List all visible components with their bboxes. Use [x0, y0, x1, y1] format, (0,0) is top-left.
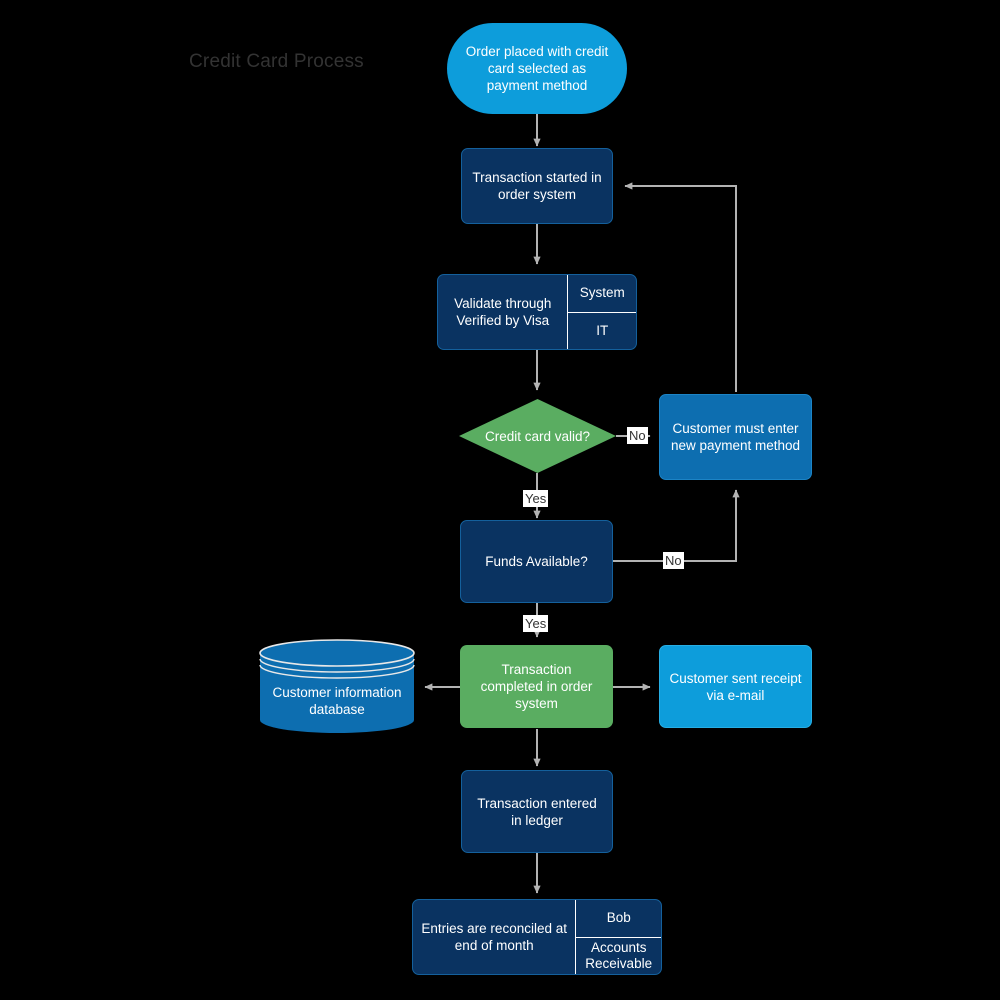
- node-new-payment-method-label: Customer must enter new payment method: [670, 421, 801, 453]
- edge-label-decision-no: No: [627, 427, 648, 444]
- node-new-payment-method[interactable]: Customer must enter new payment method: [659, 394, 812, 480]
- edge-label-funds-yes: Yes: [523, 615, 549, 632]
- node-transaction-started-label: Transaction started in order system: [472, 170, 602, 202]
- node-customer-database-label: Customer information database: [272, 685, 402, 717]
- node-validate-verified-by-visa[interactable]: Validate through Verified by Visa System…: [437, 274, 637, 350]
- node-order-placed[interactable]: Order placed with credit card selected a…: [447, 23, 627, 114]
- node-ledger-label: Transaction entered in ledger: [477, 795, 597, 828]
- node-transaction-completed-label: Transaction completed in order system: [480, 662, 593, 711]
- node-validate-label: Validate through Verified by Visa: [454, 296, 552, 328]
- node-transaction-started[interactable]: Transaction started in order system: [461, 148, 613, 224]
- diagram-title: Credit Card Process: [189, 51, 364, 72]
- node-transaction-completed[interactable]: Transaction completed in order system: [460, 645, 613, 728]
- node-receipt-email[interactable]: Customer sent receipt via e-mail: [659, 645, 812, 728]
- node-ledger[interactable]: Transaction entered in ledger: [461, 770, 613, 853]
- node-order-placed-label: Order placed with credit card selected a…: [465, 44, 609, 93]
- edge-funds-no-to-new-payment: [613, 489, 740, 562]
- node-credit-card-valid-label: Credit card valid?: [484, 428, 591, 444]
- node-reconcile-side-bottom: Accounts Receivable: [576, 936, 661, 975]
- node-validate-side-bottom: IT: [568, 311, 636, 350]
- node-credit-card-valid[interactable]: Credit card valid?: [459, 399, 616, 473]
- node-reconcile-main: Entries are reconciled at end of month: [413, 900, 575, 974]
- node-reconcile[interactable]: Entries are reconciled at end of month B…: [412, 899, 662, 975]
- flowchart-canvas: Credit Card Process Order placed with cr…: [0, 0, 1000, 1000]
- node-customer-database[interactable]: Customer information database: [259, 639, 415, 734]
- edge-label-funds-no: No: [663, 552, 684, 569]
- edge-new-payment-to-transaction-started: [624, 182, 737, 392]
- node-validate-side-top: System: [579, 285, 625, 301]
- node-receipt-email-label: Customer sent receipt via e-mail: [669, 670, 802, 703]
- edge-label-decision-yes: Yes: [523, 490, 549, 507]
- node-reconcile-label: Entries are reconciled at end of month: [421, 921, 567, 953]
- node-funds-available[interactable]: Funds Available?: [460, 520, 613, 603]
- node-funds-available-label: Funds Available?: [485, 554, 588, 569]
- node-validate-side: System IT: [567, 275, 636, 349]
- node-validate-main: Validate through Verified by Visa: [438, 275, 567, 349]
- node-reconcile-side: Bob Accounts Receivable: [575, 900, 661, 974]
- node-reconcile-side-top: Bob: [606, 910, 631, 926]
